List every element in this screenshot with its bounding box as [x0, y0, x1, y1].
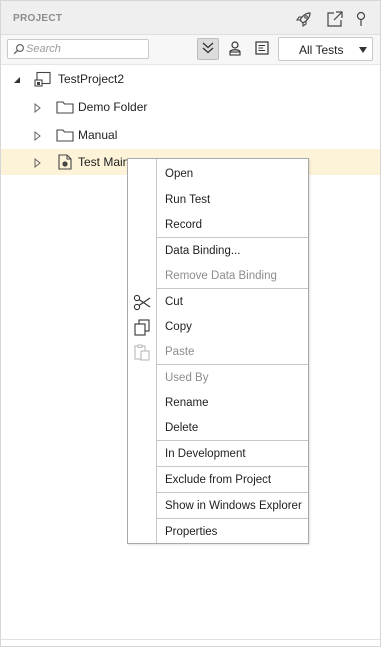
menu-item-label: Copy — [165, 321, 192, 333]
menu-item-properties[interactable]: Properties — [128, 520, 308, 545]
menu-item-remove-data-binding: Remove Data Binding — [128, 264, 308, 289]
menu-item-label: Delete — [165, 422, 199, 434]
dropdown-arrow-icon — [359, 47, 367, 53]
collapse-all-icon — [201, 41, 215, 58]
pin-icon[interactable] — [353, 10, 371, 28]
rocket-icon[interactable] — [295, 10, 313, 28]
scissors-icon — [133, 294, 151, 311]
paste-icon — [133, 344, 151, 361]
menu-separator — [157, 237, 308, 238]
menu-separator — [157, 288, 308, 289]
collapsed-arrow-icon[interactable] — [32, 102, 42, 114]
search-icon — [13, 43, 25, 55]
menu-item-label: In Development — [165, 448, 246, 460]
panel-bottom-divider — [1, 639, 380, 640]
folder-icon — [56, 99, 74, 115]
user-filter-icon — [227, 40, 243, 59]
context-menu: Open Run Test Record Data Binding... Rem… — [127, 158, 309, 544]
menu-item-label: Open — [165, 168, 194, 180]
panel-title: PROJECT — [13, 13, 63, 24]
user-filter-button[interactable] — [224, 38, 246, 60]
open-external-icon[interactable] — [326, 10, 344, 28]
tree-node-root[interactable]: TestProject2 — [1, 66, 380, 92]
menu-item-copy[interactable]: Copy — [128, 315, 308, 340]
tree-node-demo-folder[interactable]: Demo Folder — [1, 94, 380, 120]
tree-node-label: Manual — [78, 128, 118, 142]
menu-item-label: Remove Data Binding — [165, 270, 277, 282]
menu-separator — [157, 518, 308, 519]
list-view-button[interactable] — [251, 38, 273, 60]
menu-item-label: Paste — [165, 346, 195, 358]
menu-item-label: Properties — [165, 526, 218, 538]
menu-item-in-development[interactable]: In Development — [128, 442, 308, 467]
test-filter-dropdown[interactable]: All Tests — [278, 37, 373, 61]
test-filter-value: All Tests — [299, 43, 344, 57]
menu-separator — [157, 364, 308, 365]
menu-item-label: Cut — [165, 296, 183, 308]
menu-item-show-in-explorer[interactable]: Show in Windows Explorer — [128, 494, 308, 519]
search-box[interactable] — [7, 39, 149, 59]
menu-item-run-test[interactable]: Run Test — [128, 188, 308, 213]
folder-icon — [56, 127, 74, 143]
collapse-all-button[interactable] — [197, 38, 219, 60]
expanded-arrow-icon[interactable] — [12, 74, 22, 84]
menu-item-record[interactable]: Record — [128, 213, 308, 238]
search-input[interactable] — [26, 41, 144, 57]
menu-item-label: Data Binding... — [165, 245, 241, 257]
project-panel: PROJECT Search All Tests TestProject2 De… — [0, 0, 381, 647]
menu-item-cut[interactable]: Cut — [128, 290, 308, 315]
menu-item-label: Run Test — [165, 194, 211, 206]
menu-item-label: Exclude from Project — [165, 474, 272, 486]
panel-toolbar: All Tests — [1, 35, 380, 65]
menu-item-open[interactable]: Open — [128, 162, 308, 187]
project-icon — [34, 71, 52, 87]
tree-node-label: Demo Folder — [78, 100, 148, 114]
menu-separator — [157, 440, 308, 441]
copy-icon — [133, 319, 151, 336]
list-view-icon — [254, 40, 270, 59]
menu-item-delete[interactable]: Delete — [128, 416, 308, 441]
menu-item-paste: Paste — [128, 340, 308, 365]
tree-node-label: Test Main — [78, 155, 130, 169]
panel-titlebar: PROJECT — [1, 1, 380, 35]
menu-item-label: Record — [165, 219, 203, 231]
collapsed-arrow-icon[interactable] — [32, 157, 42, 169]
collapsed-arrow-icon[interactable] — [32, 130, 42, 142]
menu-separator — [157, 466, 308, 467]
menu-item-label: Used By — [165, 372, 209, 384]
menu-separator — [157, 492, 308, 493]
menu-item-label: Show in Windows Explorer — [165, 500, 302, 512]
menu-item-rename[interactable]: Rename — [128, 391, 308, 416]
menu-item-label: Rename — [165, 397, 209, 409]
menu-item-data-binding[interactable]: Data Binding... — [128, 239, 308, 264]
menu-item-exclude-from-project[interactable]: Exclude from Project — [128, 468, 308, 493]
menu-item-used-by: Used By — [128, 366, 308, 391]
tree-node-manual[interactable]: Manual — [1, 122, 380, 148]
test-file-icon — [56, 154, 74, 170]
tree-node-label: TestProject2 — [58, 72, 125, 86]
